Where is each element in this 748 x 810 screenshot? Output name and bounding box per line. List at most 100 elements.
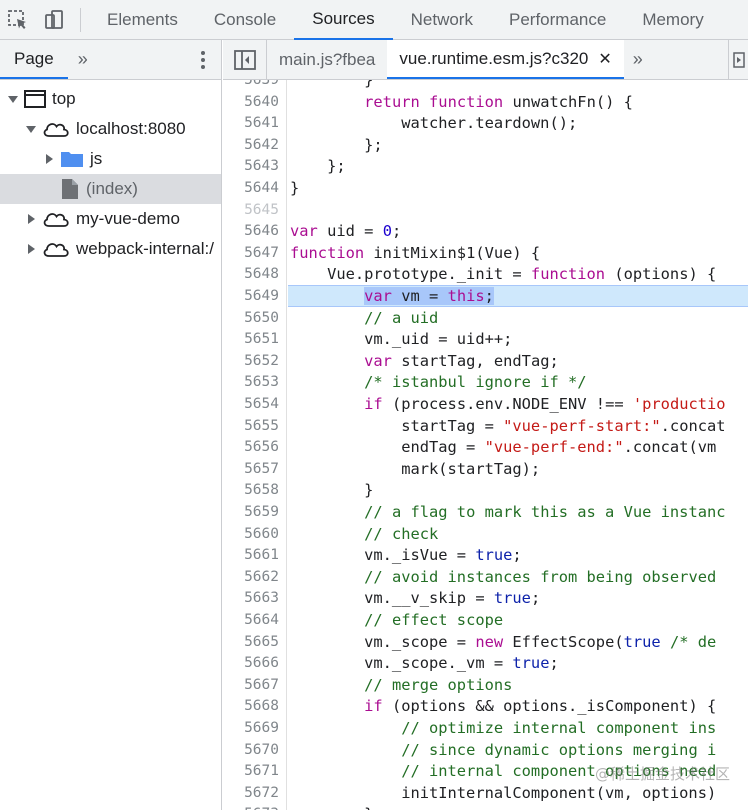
code-line[interactable]: 5641 watcher.teardown(); (223, 112, 748, 134)
line-number[interactable]: 5660 (223, 526, 279, 542)
line-number[interactable]: 5666 (223, 655, 279, 671)
tab-performance[interactable]: Performance (491, 0, 624, 40)
code-line[interactable]: 5644} (223, 177, 748, 199)
code-line[interactable]: 5648 Vue.prototype._init = function (opt… (223, 264, 748, 286)
line-number[interactable]: 5654 (223, 396, 279, 412)
line-number[interactable]: 5671 (223, 763, 279, 779)
code-line[interactable]: 5653 /* istanbul ignore if */ (223, 372, 748, 394)
code-line[interactable]: 5660 // check (223, 523, 748, 545)
code-line[interactable]: 5668 if (options && options._isComponent… (223, 696, 748, 718)
code-line[interactable]: 5664 // effect scope (223, 609, 748, 631)
code-line[interactable]: 5658 } (223, 480, 748, 502)
line-number[interactable]: 5655 (223, 418, 279, 434)
inspect-element-icon[interactable] (0, 0, 36, 40)
code-text: function initMixin$1(Vue) { (290, 243, 541, 262)
code-line[interactable]: 5659 // a flag to mark this as a Vue ins… (223, 501, 748, 523)
code-line[interactable]: 5643 }; (223, 156, 748, 178)
code-line[interactable]: 5647 function initMixin$1(Vue) { (223, 242, 748, 264)
code-line[interactable]: 5657 mark(startTag); (223, 458, 748, 480)
collapse-arrow-icon[interactable] (44, 154, 54, 164)
line-number[interactable]: 5651 (223, 331, 279, 347)
collapse-arrow-icon[interactable] (26, 244, 36, 254)
line-number[interactable]: 5661 (223, 547, 279, 563)
line-number[interactable]: 5647 (223, 245, 279, 261)
line-number[interactable]: 5668 (223, 698, 279, 714)
code-line[interactable]: 5639 } (223, 80, 748, 91)
code-line[interactable]: 5662 // avoid instances from being obser… (223, 566, 748, 588)
tree-item-index[interactable]: (index) (0, 174, 221, 204)
line-number[interactable]: 5650 (223, 310, 279, 326)
line-number[interactable]: 5667 (223, 677, 279, 693)
more-tabs-icon[interactable]: » (624, 40, 652, 79)
line-number[interactable]: 5665 (223, 634, 279, 650)
line-number[interactable]: 5641 (223, 115, 279, 131)
code-line[interactable]: 5670 // since dynamic options merging i (223, 739, 748, 761)
code-line[interactable]: 5640 return function unwatchFn() { (223, 91, 748, 113)
line-number[interactable]: 5640 (223, 94, 279, 110)
line-number[interactable]: 5653 (223, 374, 279, 390)
kebab-menu-icon[interactable] (185, 40, 221, 79)
line-number[interactable]: 5652 (223, 353, 279, 369)
tab-console[interactable]: Console (196, 0, 294, 40)
close-icon[interactable]: ✕ (598, 49, 611, 69)
tree-item-localhost[interactable]: localhost:8080 (0, 114, 221, 144)
tree-item-my-vue-demo[interactable]: my-vue-demo (0, 204, 221, 234)
tab-sources[interactable]: Sources (294, 0, 393, 40)
line-number[interactable]: 5672 (223, 785, 279, 801)
line-number[interactable]: 5646 (223, 223, 279, 239)
line-number[interactable]: 5658 (223, 482, 279, 498)
tab-page[interactable]: Page (0, 40, 68, 79)
code-line[interactable]: 5646 var uid = 0; (223, 220, 748, 242)
code-line[interactable]: 5649 var vm = this; (223, 285, 748, 307)
line-number[interactable]: 5649 (223, 288, 279, 304)
tab-memory[interactable]: Memory (624, 0, 721, 40)
code-line[interactable]: 5645 (223, 199, 748, 221)
code-line[interactable]: 5655 startTag = "vue-perf-start:".concat (223, 415, 748, 437)
editor-tab-main-js[interactable]: main.js?fbea (267, 40, 387, 79)
tree-item-js[interactable]: js (0, 144, 221, 174)
collapse-arrow-icon[interactable] (26, 214, 36, 224)
code-line[interactable]: 5667 // merge options (223, 674, 748, 696)
toggle-debugger-icon[interactable] (728, 40, 748, 79)
line-number[interactable]: 5648 (223, 266, 279, 282)
line-number[interactable]: 5670 (223, 742, 279, 758)
code-line[interactable]: 5661 vm._isVue = true; (223, 544, 748, 566)
code-line[interactable]: 5665 vm._scope = new EffectScope(true /*… (223, 631, 748, 653)
line-number[interactable]: 5663 (223, 590, 279, 606)
line-number[interactable]: 5669 (223, 720, 279, 736)
code-line[interactable]: 5669 // optimize internal component ins (223, 717, 748, 739)
code-line[interactable]: 5656 endTag = "vue-perf-end:".concat(vm (223, 436, 748, 458)
code-line[interactable]: 5651 vm._uid = uid++; (223, 328, 748, 350)
code-line[interactable]: 5663 vm.__v_skip = true; (223, 588, 748, 610)
line-number[interactable]: 5644 (223, 180, 279, 196)
toggle-navigator-icon[interactable] (223, 40, 267, 79)
code-line[interactable]: 5654 if (process.env.NODE_ENV !== 'produ… (223, 393, 748, 415)
line-number[interactable]: 5664 (223, 612, 279, 628)
line-number[interactable]: 5662 (223, 569, 279, 585)
line-number[interactable]: 5642 (223, 137, 279, 153)
tree-item-webpack-internal[interactable]: webpack-internal:/ (0, 234, 221, 264)
expand-arrow-icon[interactable] (26, 124, 36, 134)
line-number[interactable]: 5645 (223, 202, 279, 218)
line-number[interactable]: 5643 (223, 158, 279, 174)
code-line[interactable]: 5673 } (223, 804, 748, 810)
tree-item-top[interactable]: top (0, 84, 221, 114)
code-text: // a flag to mark this as a Vue instanc (364, 502, 726, 521)
line-number[interactable]: 5659 (223, 504, 279, 520)
line-number[interactable]: 5657 (223, 461, 279, 477)
code-view[interactable]: 5639 } 5640 return function unwatchFn() {… (223, 80, 748, 810)
tab-elements[interactable]: Elements (89, 0, 196, 40)
code-line[interactable]: 5650 // a uid (223, 307, 748, 329)
code-line[interactable]: 5642 }; (223, 134, 748, 156)
editor-tab-vue-runtime[interactable]: vue.runtime.esm.js?c320 ✕ (387, 40, 624, 79)
line-number[interactable]: 5673 (223, 806, 279, 810)
device-toolbar-icon[interactable] (36, 0, 72, 40)
code-line[interactable]: 5652 var startTag, endTag; (223, 350, 748, 372)
code-line[interactable]: 5666 vm._scope._vm = true; (223, 652, 748, 674)
more-tabs-icon[interactable]: » (68, 40, 98, 79)
expand-arrow-icon[interactable] (8, 94, 18, 104)
line-number[interactable]: 5639 (223, 80, 279, 88)
code-line[interactable]: 5672 initInternalComponent(vm, options) (223, 782, 748, 804)
line-number[interactable]: 5656 (223, 439, 279, 455)
tab-network[interactable]: Network (393, 0, 491, 40)
